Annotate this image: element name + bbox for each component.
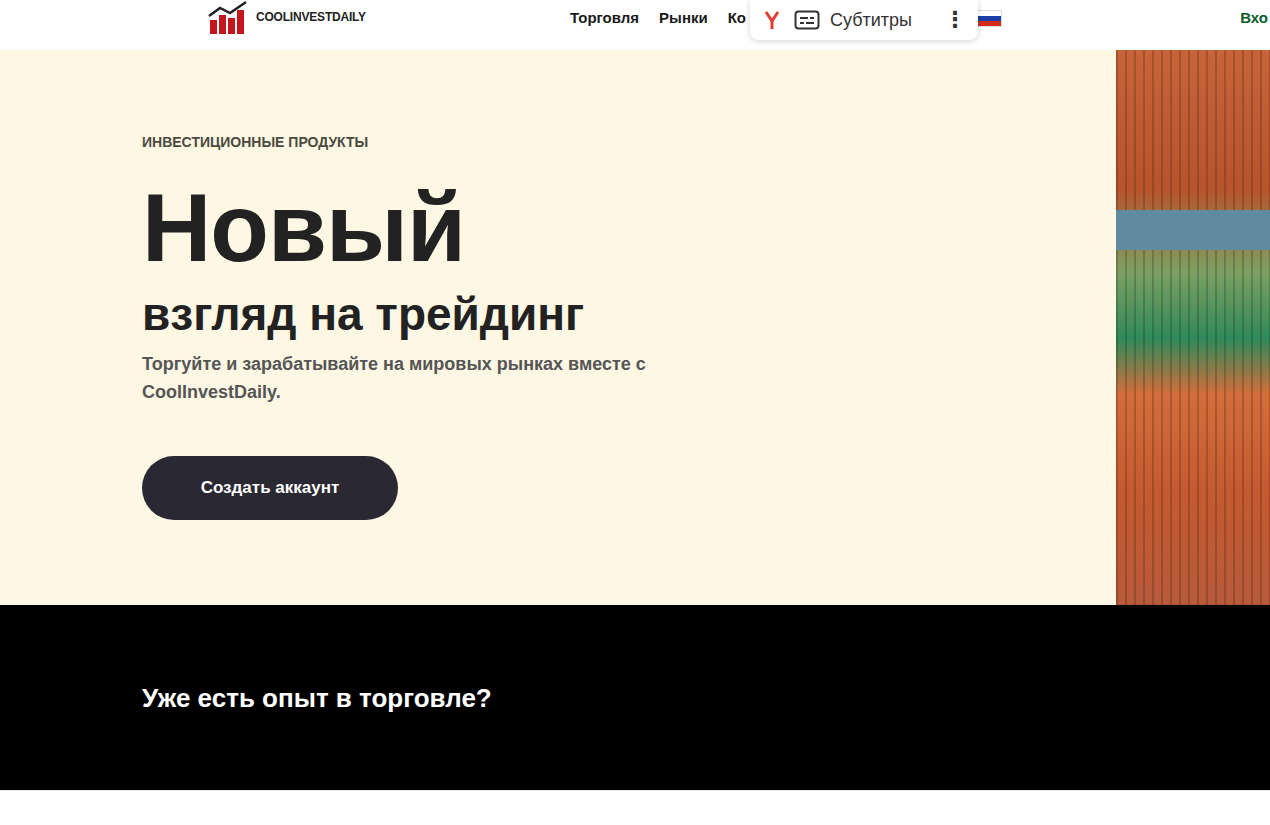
login-link[interactable]: Вхо	[1240, 9, 1270, 26]
subtitles-label: Субтитры	[830, 10, 934, 31]
experience-section: Уже есть опыт в торговле?	[0, 605, 1270, 790]
nav-item[interactable]: Ко	[728, 9, 746, 26]
subtitles-popup: Субтитры ⋮	[750, 0, 978, 40]
create-account-button[interactable]: Создать аккаунт	[142, 456, 398, 520]
hero-text: Торгуйте и зарабатывайте на мировых рынк…	[142, 350, 682, 406]
subtitles-button[interactable]: Субтитры	[794, 9, 934, 31]
containers-photo	[1116, 50, 1270, 605]
hero-section: ИНВЕСТИЦИОННЫЕ ПРОДУКТЫ Новый взгляд на тр…	[0, 50, 1270, 605]
nav-item[interactable]: Торговля	[570, 9, 639, 26]
experience-title: Уже есть опыт в торговле?	[142, 683, 1270, 714]
subtitles-icon	[794, 9, 820, 31]
site-header: COOLINVESTDAILY Торговля Рынки Ко Вхо	[0, 0, 1270, 50]
logo[interactable]: COOLINVESTDAILY	[208, 0, 570, 34]
more-button[interactable]: ⋮	[944, 7, 966, 33]
page-bottom	[0, 790, 1270, 825]
logo-text: COOLINVESTDAILY	[256, 10, 366, 24]
hero-title: Новый	[142, 180, 1116, 276]
yandex-icon	[760, 8, 784, 32]
hero-subtitle: взгляд на трейдинг	[142, 286, 1116, 342]
nav-item[interactable]: Рынки	[659, 9, 708, 26]
russian-flag-icon[interactable]	[977, 11, 1001, 26]
flag-stripe	[977, 21, 1001, 26]
hero-eyebrow: ИНВЕСТИЦИОННЫЕ ПРОДУКТЫ	[142, 134, 1116, 150]
hero-content: ИНВЕСТИЦИОННЫЕ ПРОДУКТЫ Новый взгляд на тр…	[0, 50, 1116, 605]
chart-logo-icon	[208, 0, 252, 34]
